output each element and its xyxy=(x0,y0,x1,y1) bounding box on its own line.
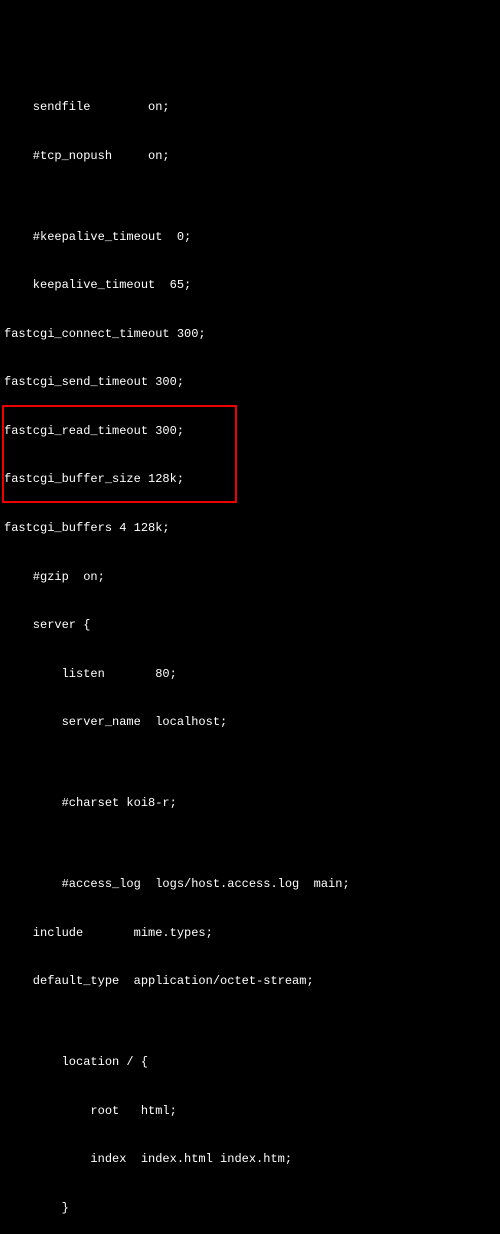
code-line: #gzip on; xyxy=(0,569,500,585)
code-line: listen 80; xyxy=(0,666,500,682)
code-line: index index.html index.htm; xyxy=(0,1151,500,1167)
code-line: server { xyxy=(0,617,500,633)
code-line: #tcp_nopush on; xyxy=(0,148,500,164)
code-line: #charset koi8-r; xyxy=(0,795,500,811)
code-line: server_name localhost; xyxy=(0,714,500,730)
code-line: fastcgi_buffer_size 128k; xyxy=(0,471,500,487)
code-line: location / { xyxy=(0,1054,500,1070)
code-line: default_type application/octet-stream; xyxy=(0,973,500,989)
code-line: sendfile on; xyxy=(0,99,500,115)
code-line: include mime.types; xyxy=(0,925,500,941)
code-line: } xyxy=(0,1200,500,1216)
code-line: #keepalive_timeout 0; xyxy=(0,229,500,245)
code-line: fastcgi_read_timeout 300; xyxy=(0,423,500,439)
code-line: fastcgi_send_timeout 300; xyxy=(0,374,500,390)
code-line: root html; xyxy=(0,1103,500,1119)
code-line: #access_log logs/host.access.log main; xyxy=(0,876,500,892)
code-line: fastcgi_connect_timeout 300; xyxy=(0,326,500,342)
code-block: sendfile on; #tcp_nopush on; #keepalive_… xyxy=(0,65,500,1234)
code-line: fastcgi_buffers 4 128k; xyxy=(0,520,500,536)
code-line: keepalive_timeout 65; xyxy=(0,277,500,293)
